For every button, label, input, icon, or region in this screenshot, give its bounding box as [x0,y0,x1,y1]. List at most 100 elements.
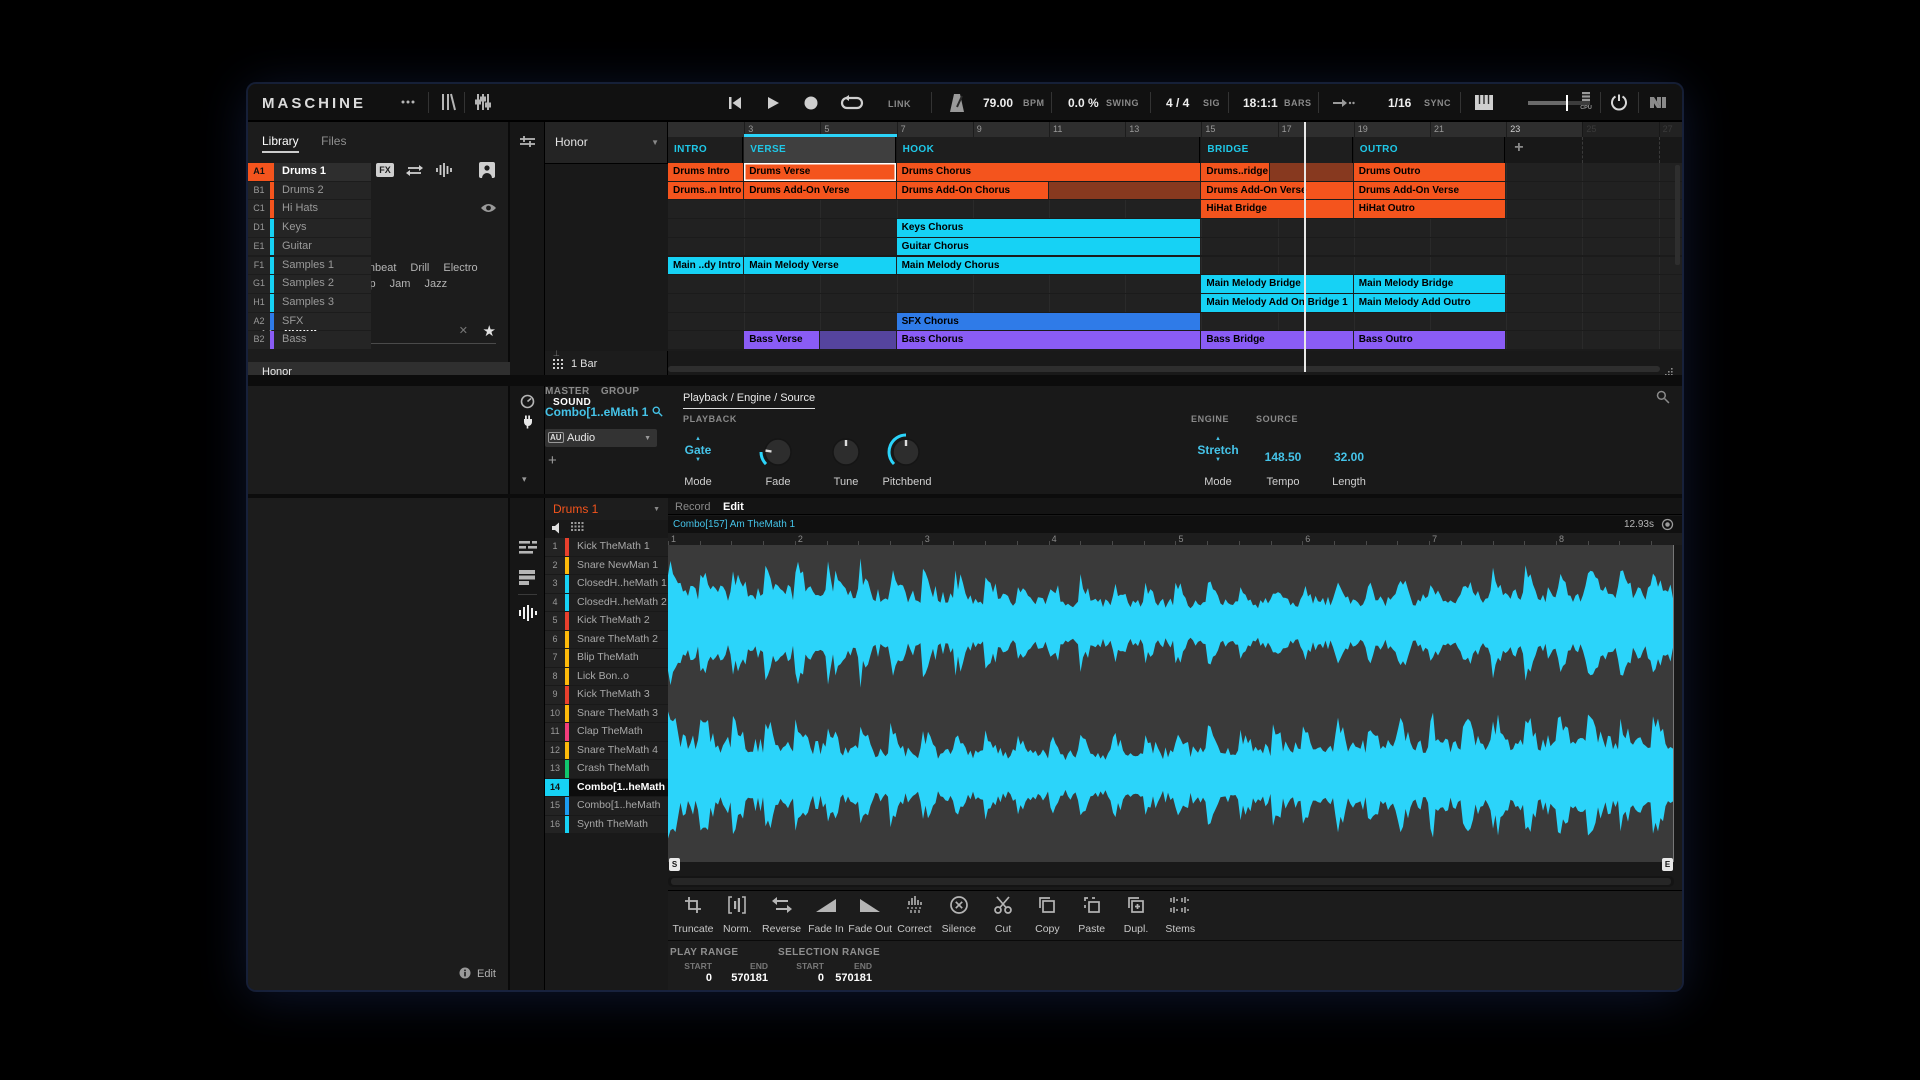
clip[interactable] [1049,182,1200,200]
zoom-follow-icon[interactable] [1661,518,1674,531]
tab-record[interactable]: Record [675,501,710,513]
sound-row-14[interactable]: 14Combo[1..heMath 1 [545,779,668,797]
tune-knob[interactable] [826,432,866,472]
one-shots-filter-icon[interactable] [435,162,453,178]
clip[interactable]: HiHat Outro [1354,200,1505,218]
grid-setting[interactable]: ⊥ 1 Bar [545,351,668,376]
sound-row-13[interactable]: 13Crash TheMath [545,760,668,778]
play-range-end-value[interactable]: 570181 [724,972,768,984]
timeline-row-H1[interactable]: Main Melody Add On Bridge 1Main Melody A… [668,294,1682,312]
play-icon[interactable] [765,95,781,111]
clip[interactable]: Bass Chorus [897,331,1201,349]
fade-knob[interactable] [758,432,798,472]
clip[interactable]: SFX Chorus [897,313,1201,331]
clip[interactable]: Drums Add-On Verse [744,182,895,200]
clip[interactable]: Bass Bridge [1201,331,1352,349]
clip[interactable]: Drums Chorus [897,163,1201,181]
group-row-B2[interactable]: B2Bass [248,331,371,349]
timeline-row-G1[interactable]: Main Melody BridgeMain Melody Bridge [668,275,1682,293]
group-row-E1[interactable]: E1Guitar [248,238,371,256]
clip[interactable]: Main ..dy Intro [668,257,743,275]
view-sample-editor-icon[interactable] [518,604,537,622]
group-row-F1[interactable]: F1Samples 1 [248,257,371,275]
plugin-slot[interactable]: AU Audio ▼ [545,429,657,447]
sound-row-1[interactable]: 1Kick TheMath 1 [545,538,668,556]
group-row-A2[interactable]: A2SFX [248,313,371,331]
clip[interactable]: Main Melody Bridge [1201,275,1352,293]
section-outro[interactable]: OUTRO [1354,137,1505,163]
sound-row-3[interactable]: 3ClosedH..heMath 1 [545,575,668,593]
restart-icon[interactable] [727,95,743,111]
playback-mode-selector[interactable]: ▲ Gate ▼ [668,436,728,464]
plugin-icon[interactable] [520,414,535,429]
arranger-h-scrollbar[interactable] [668,365,1682,373]
timeline-row-A1[interactable]: Drums IntroDrums VerseDrums ChorusDrums.… [668,163,1682,181]
sound-row-16[interactable]: 16Synth TheMath [545,816,668,834]
favorites-star-icon[interactable]: ★ [483,322,496,340]
view-ideas-icon[interactable] [519,570,535,585]
start-marker[interactable]: S [669,858,680,871]
sound-row-7[interactable]: 7Blip TheMath [545,649,668,667]
sound-row-6[interactable]: 6Snare TheMath 2 [545,631,668,649]
engine-mode-selector[interactable]: ▲ Stretch ▼ [1188,436,1248,464]
eye-icon[interactable] [480,202,497,214]
timeline-row-C1[interactable]: HiHat BridgeHiHat Outro [668,200,1682,218]
arranger-settings-icon[interactable] [519,134,536,150]
chevron-down-icon[interactable]: ▼ [668,457,728,464]
channel-sound-name[interactable]: Combo[1..eMath 1 [545,405,663,419]
keyboard-icon[interactable] [1474,94,1494,111]
sound-row-9[interactable]: 9Kick TheMath 3 [545,686,668,704]
clip[interactable]: Main Melody Bridge [1354,275,1505,293]
speaker-icon[interactable] [551,522,564,534]
clip[interactable]: Main Melody Add Outro [1354,294,1505,312]
fx-filter-icon[interactable]: FX [376,163,394,177]
clip[interactable]: Bass Outro [1354,331,1505,349]
browser-toggle-icon[interactable] [440,92,458,112]
arranger-ruler[interactable]: 3579111315171921232527 [668,122,1682,137]
browser-edit[interactable]: Edit [459,967,496,980]
swing-value[interactable]: 0.0 % [1068,96,1099,110]
clip[interactable]: Guitar Chorus [897,238,1201,256]
metronome-icon[interactable] [948,93,966,113]
clip[interactable]: Bass Verse [744,331,819,349]
record-icon[interactable] [803,95,819,111]
loops-filter-icon[interactable] [405,162,424,178]
clear-search-icon[interactable]: ✕ [459,324,468,337]
tab-files[interactable]: Files [321,134,346,148]
waveform-display[interactable] [668,545,1674,862]
tool-stems[interactable]: Stems [1150,895,1210,935]
chevron-down-icon[interactable]: ▼ [1188,457,1248,464]
group-row-A1[interactable]: A1Drums 1 [248,163,371,181]
chevron-up-icon[interactable]: ▲ [668,436,728,443]
editor-h-scrollbar[interactable] [668,876,1674,887]
clip[interactable]: Drums Add-On Chorus [897,182,1048,200]
timeline-row-A2[interactable]: SFX Chorus [668,313,1682,331]
add-plugin-button[interactable]: + [548,452,557,469]
type-tag[interactable]: Jazz [424,276,447,292]
sound-row-5[interactable]: 5Kick TheMath 2 [545,612,668,630]
sound-row-4[interactable]: 4ClosedH..heMath 2 [545,594,668,612]
editor-clip-name[interactable]: Combo[157] Am TheMath 1 [673,519,795,530]
timeline-row-D1[interactable]: Keys Chorus [668,219,1682,237]
type-tag[interactable]: Electro [443,260,477,276]
clip[interactable]: Drums..ridge 1 [1201,163,1269,181]
artist-filter-icon[interactable] [478,162,496,178]
arranger-v-scrollbar[interactable] [1675,165,1680,265]
group-row-D1[interactable]: D1Keys [248,219,371,237]
sync-value[interactable]: 1/16 [1388,96,1411,110]
channel-properties-icon[interactable] [520,394,535,409]
tab-library[interactable]: Library [262,134,299,153]
chevron-up-icon[interactable]: ▲ [1188,436,1248,443]
collapse-chevron-icon[interactable]: ▾ [522,474,527,485]
timeline-row-E1[interactable]: Guitar Chorus [668,238,1682,256]
source-tempo-value[interactable]: 148.50 [1248,450,1318,464]
power-icon[interactable] [1610,93,1628,111]
clip[interactable]: Drums Verse [744,163,895,181]
clip[interactable]: Drums Add-On Verse [1354,182,1505,200]
timeline-row-B1[interactable]: Drums..n IntroDrums Add-On VerseDrums Ad… [668,182,1682,200]
timeline-row-B2[interactable]: Bass Verse Bass ChorusBass BridgeBass Out… [668,331,1682,349]
view-arranger-icon[interactable] [519,540,537,555]
link-label[interactable]: LINK [888,99,911,109]
add-section-button[interactable]: + [1514,139,1523,157]
sound-list-header[interactable]: Drums 1 ▼ [545,498,668,520]
